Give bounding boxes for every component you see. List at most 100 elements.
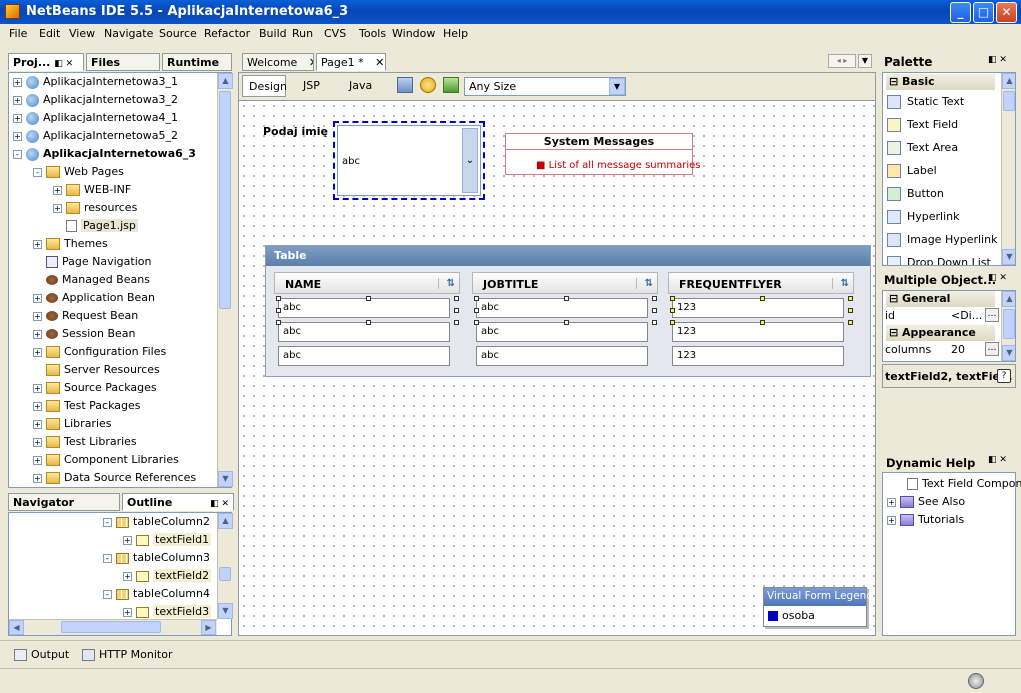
selection-handle[interactable] [366, 296, 371, 301]
selection-handle[interactable] [760, 320, 765, 325]
selection-handle[interactable] [454, 308, 459, 313]
tab-scroll-arrows-icon[interactable]: ◂ ▸ [828, 54, 856, 68]
table-component[interactable]: Table NAME ⇅ abc abc abc JOBTITLE ⇅ abc abc abc FR… [265, 245, 871, 377]
chevron-down-icon[interactable]: ▼ [609, 78, 625, 95]
expand-toggle-icon[interactable]: + [33, 437, 42, 447]
expand-toggle-icon[interactable]: + [13, 77, 22, 87]
jsp-view-button[interactable]: JSP [303, 79, 320, 92]
table-cell[interactable]: 123 [672, 322, 844, 342]
scroll-down-icon[interactable]: ▼ [1002, 249, 1015, 265]
expand-toggle-icon[interactable]: - [103, 517, 112, 527]
selection-handle[interactable] [474, 320, 479, 325]
close-window-button[interactable]: ✕ [996, 2, 1017, 23]
scroll-right-icon[interactable]: ▶ [201, 620, 216, 635]
selection-handle[interactable] [670, 320, 675, 325]
properties-pin-close-icons[interactable]: ◧ ✕ [988, 273, 1007, 283]
selection-handle[interactable] [474, 296, 479, 301]
outline-item[interactable]: + textField2 [123, 567, 212, 585]
outline-item[interactable]: + textField3 [123, 603, 212, 619]
expand-toggle-icon[interactable]: - [33, 167, 42, 177]
page-size-select[interactable]: Any Size ▼ [464, 77, 626, 96]
expand-toggle-icon[interactable]: + [33, 293, 42, 303]
menu-view[interactable]: View [69, 27, 95, 40]
tree-item[interactable]: + AplikacjaInternetowa5_2 [13, 127, 178, 145]
expand-toggle-icon[interactable]: + [33, 383, 42, 393]
prop-id-value[interactable]: <Di... [951, 309, 982, 322]
table-cell[interactable]: abc [278, 322, 450, 342]
tree-item[interactable]: Page Navigation [33, 253, 151, 271]
expand-toggle-icon[interactable]: - [13, 149, 22, 159]
sort-icon[interactable]: ⇅ [831, 278, 849, 289]
expand-toggle-icon[interactable]: - [103, 589, 112, 599]
preview-icon[interactable] [397, 77, 413, 93]
output-button[interactable]: Output [14, 648, 69, 661]
tab-navigator[interactable]: Navigator [8, 493, 120, 511]
table-cell[interactable]: abc [476, 346, 648, 366]
expand-toggle-icon[interactable]: - [103, 553, 112, 563]
table-cell[interactable]: 123 [672, 298, 844, 318]
selection-handle[interactable] [276, 308, 281, 313]
outline-item[interactable]: - tableColumn4 [103, 585, 210, 603]
scroll-down-icon[interactable]: ▼ [218, 471, 233, 487]
tree-item[interactable]: + Source Packages [33, 379, 157, 397]
java-view-button[interactable]: Java [349, 79, 372, 92]
scroll-up-icon[interactable]: ▲ [1002, 291, 1015, 307]
tree-item[interactable]: + Themes [33, 235, 108, 253]
table-column-header[interactable]: NAME ⇅ [274, 272, 460, 294]
scroll-up-icon[interactable]: ▲ [1002, 73, 1015, 89]
expand-toggle-icon[interactable]: + [123, 535, 132, 545]
menu-file[interactable]: File [9, 27, 27, 40]
chevron-down-icon[interactable]: ⌄ [462, 128, 478, 193]
selection-handle[interactable] [564, 320, 569, 325]
expand-toggle-icon[interactable]: + [13, 131, 22, 141]
scroll-thumb[interactable] [219, 91, 231, 309]
palette-item-text-field[interactable]: Text Field [887, 115, 958, 135]
selection-handle[interactable] [848, 320, 853, 325]
selection-handle[interactable] [276, 320, 281, 325]
help-item-text-field[interactable]: Text Field Compon [907, 477, 1021, 490]
prop-section-appearance[interactable]: ⊟ Appearance [886, 325, 995, 341]
tree-item[interactable]: + AplikacjaInternetowa3_1 [13, 73, 178, 91]
garbage-collect-icon[interactable] [968, 673, 984, 689]
table-cell[interactable]: abc [476, 322, 648, 342]
tree-item[interactable]: + resources [53, 199, 137, 217]
selection-handle[interactable] [848, 296, 853, 301]
tab-files[interactable]: Files [86, 53, 160, 71]
palette-scrollbar[interactable]: ▲ ▼ [1001, 73, 1015, 265]
palette-item-button[interactable]: Button [887, 184, 944, 204]
selection-handle[interactable] [652, 308, 657, 313]
tab-outline[interactable]: Outline ◧ ✕ [122, 493, 234, 511]
tree-item[interactable]: - AplikacjaInternetowa6_3 [13, 145, 196, 163]
outline-hscrollbar[interactable]: ◀ ▶ [9, 619, 217, 635]
selection-handle[interactable] [652, 320, 657, 325]
tab-page1[interactable]: Page1 * ✕ [316, 53, 386, 71]
selection-handle[interactable] [760, 296, 765, 301]
selection-handle[interactable] [454, 296, 459, 301]
selection-handle[interactable] [670, 308, 675, 313]
palette-item-drop-down-list[interactable]: Drop Down List [887, 253, 991, 265]
expand-toggle-icon[interactable]: + [33, 239, 42, 249]
tree-item[interactable]: + AplikacjaInternetowa3_2 [13, 91, 178, 109]
design-view-button[interactable]: Design [242, 75, 287, 97]
expand-toggle-icon[interactable]: + [33, 329, 42, 339]
tree-spacer[interactable] [33, 366, 42, 375]
table-column-header[interactable]: FREQUENTFLYER ⇅ [668, 272, 854, 294]
scroll-thumb[interactable] [1003, 91, 1015, 111]
menu-navigate[interactable]: Navigate [104, 27, 153, 40]
refresh-icon[interactable] [420, 77, 436, 93]
palette-item-hyperlink[interactable]: Hyperlink [887, 207, 960, 227]
menu-window[interactable]: Window [392, 27, 435, 40]
outline-item[interactable]: - tableColumn2 [103, 513, 210, 531]
tree-spacer[interactable] [53, 222, 62, 231]
selection-handle[interactable] [276, 296, 281, 301]
table-cell[interactable]: abc [278, 298, 450, 318]
menu-build[interactable]: Build [259, 27, 287, 40]
expand-toggle-icon[interactable]: + [13, 113, 22, 123]
expand-toggle-icon[interactable]: + [33, 455, 42, 465]
palette-section-basic[interactable]: ⊟ Basic [886, 74, 995, 90]
tree-item[interactable]: + Test Libraries [33, 433, 137, 451]
tree-item[interactable]: + Session Bean [33, 325, 136, 343]
menu-edit[interactable]: Edit [39, 27, 60, 40]
properties-scrollbar[interactable]: ▲ ▼ [1001, 291, 1015, 361]
tab-projects[interactable]: Proj... ◧ ✕ [8, 53, 84, 71]
